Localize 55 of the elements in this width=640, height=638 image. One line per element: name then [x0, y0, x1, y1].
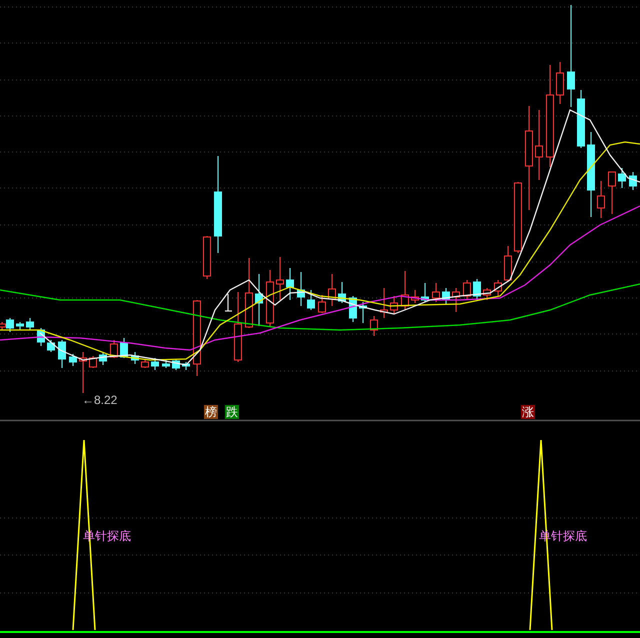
candlestick [504, 246, 512, 282]
candlestick [390, 296, 398, 314]
candlestick [89, 356, 97, 368]
candlestick [452, 288, 460, 312]
candlestick [359, 302, 367, 324]
candlestick [255, 274, 263, 326]
candlestick [162, 360, 170, 368]
candlestick [401, 270, 409, 310]
candlestick [494, 280, 502, 296]
candlestick [58, 340, 66, 368]
candlestick [338, 282, 346, 304]
candlestick [597, 180, 605, 218]
candlestick [318, 294, 326, 314]
candlestick [151, 358, 159, 370]
candlestick [629, 172, 637, 190]
signal-badge: 榜 [204, 405, 218, 419]
candlestick [380, 288, 388, 318]
candlestick [99, 352, 107, 366]
candlestick [276, 256, 284, 300]
candlestick [370, 316, 378, 336]
candlestick [79, 352, 87, 394]
candlestick [141, 360, 149, 368]
candlestick [535, 110, 543, 180]
candlestick [432, 282, 440, 302]
candlestick [47, 340, 55, 352]
candlestick [514, 182, 522, 254]
candlestick [26, 318, 34, 330]
candlestick [224, 294, 232, 312]
candlestick [442, 288, 450, 304]
candlestick [297, 272, 305, 306]
candlestick [421, 282, 429, 302]
candlestick [234, 292, 242, 362]
candlestick [131, 352, 139, 364]
candlestick [463, 280, 471, 300]
candlestick [473, 278, 481, 300]
candlestick [120, 338, 128, 358]
low-price-marker: ←8.22 [82, 393, 118, 407]
candlestick [608, 172, 616, 214]
candlestick [37, 328, 45, 346]
candlestick [69, 354, 77, 366]
candlestick [556, 62, 564, 104]
candlestick [483, 288, 491, 300]
candlestick [266, 270, 274, 328]
signal-badge: 跌 [225, 405, 239, 419]
candlestick [328, 274, 336, 306]
candlestick [16, 322, 24, 330]
signal-badge: 涨 [521, 405, 535, 419]
candlestick [411, 290, 419, 304]
candlestick [203, 236, 211, 280]
candlestick [307, 290, 315, 310]
candlestick [618, 168, 626, 188]
candlestick [182, 362, 190, 370]
candlestick [245, 258, 253, 328]
candlestick [286, 268, 294, 300]
candlestick [577, 90, 585, 148]
